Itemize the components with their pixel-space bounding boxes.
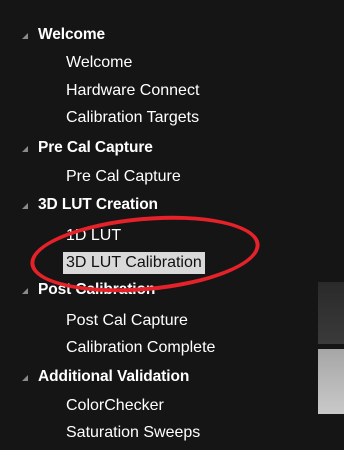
tree-section-3d-lut-creation[interactable]: 3D LUT Creation [22, 194, 158, 216]
caret-icon[interactable] [22, 375, 28, 381]
tree-item-colorchecker[interactable]: ColorChecker [66, 395, 164, 417]
tree-section-post-calibration[interactable]: Post Calibration [22, 279, 155, 301]
tree-item-welcome[interactable]: Welcome [66, 52, 132, 74]
tree-item-post-cal-capture[interactable]: Post Cal Capture [66, 310, 188, 332]
tree-item-calibration-complete[interactable]: Calibration Complete [66, 337, 215, 359]
tree-item-1d-lut[interactable]: 1D LUT [66, 225, 121, 247]
section-label: Additional Validation [38, 368, 190, 385]
calibration-workflow-tree: Welcome Welcome Hardware Connect Calibra… [0, 0, 344, 450]
tree-item-saturation-sweeps[interactable]: Saturation Sweeps [66, 422, 200, 444]
section-label: Welcome [38, 26, 106, 43]
adjacent-panel-dark [318, 282, 344, 344]
tree-item-calibration-targets[interactable]: Calibration Targets [66, 107, 199, 129]
tree-item-pre-cal-capture[interactable]: Pre Cal Capture [66, 166, 181, 188]
adjacent-panel-light [318, 349, 344, 414]
caret-icon[interactable] [22, 288, 28, 294]
tree-item-3d-lut-calibration[interactable]: 3D LUT Calibration [63, 252, 205, 274]
tree-item-hardware-connect[interactable]: Hardware Connect [66, 80, 199, 102]
caret-icon[interactable] [22, 203, 28, 209]
caret-icon[interactable] [22, 33, 28, 39]
section-label: Pre Cal Capture [38, 139, 153, 156]
caret-icon[interactable] [22, 146, 28, 152]
section-label: Post Calibration [38, 281, 156, 298]
tree-section-welcome[interactable]: Welcome [22, 24, 105, 46]
section-label: 3D LUT Creation [38, 196, 158, 213]
tree-section-additional-validation[interactable]: Additional Validation [22, 366, 189, 388]
tree-section-pre-cal-capture[interactable]: Pre Cal Capture [22, 137, 153, 159]
